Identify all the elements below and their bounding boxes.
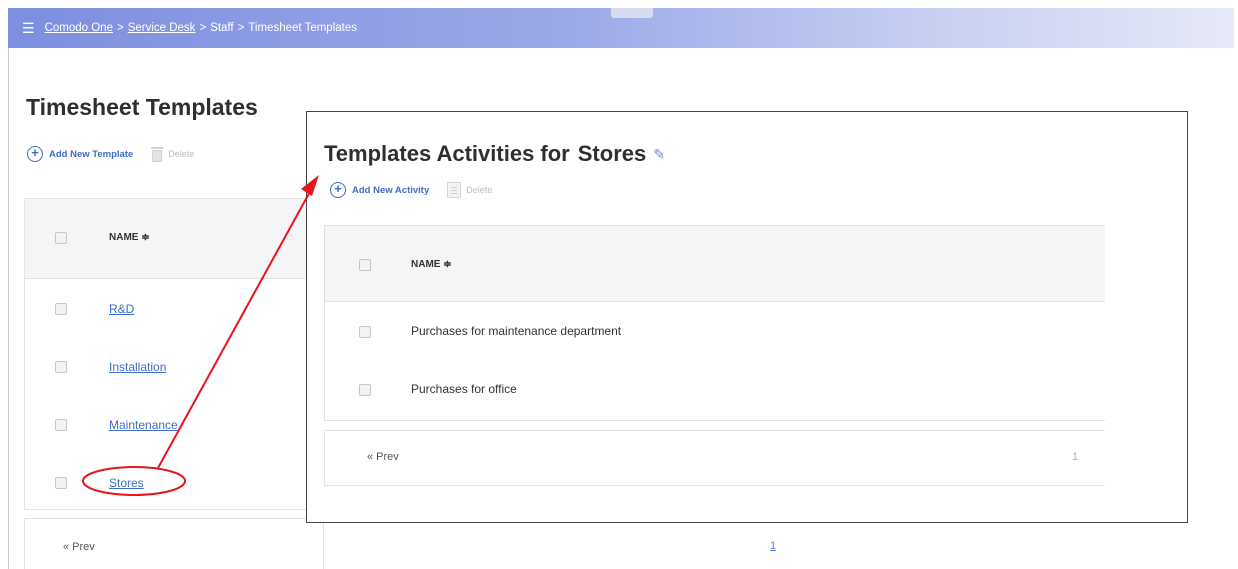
activities-toolbar: + Add New Activity Delete: [330, 182, 492, 198]
delete-template-button[interactable]: Delete: [168, 149, 194, 159]
breadcrumb-timesheet-templates: Timesheet Templates: [248, 22, 357, 34]
add-new-template-button[interactable]: Add New Template: [49, 149, 133, 160]
activity-name: Purchases for office: [411, 382, 517, 396]
row-checkbox[interactable]: [55, 477, 67, 489]
prev-page-button[interactable]: « Prev: [63, 541, 95, 553]
top-pull-tab[interactable]: [611, 8, 653, 18]
template-activities-panel: Templates Activities for Stores ✎ + Add …: [306, 111, 1188, 523]
hamburger-menu-icon[interactable]: ☰: [22, 21, 35, 35]
select-all-checkbox[interactable]: [55, 232, 67, 244]
activities-pagination: « Prev 1: [324, 430, 1105, 486]
table-row: Purchases for office: [325, 361, 1105, 419]
breadcrumb-separator: >: [116, 22, 124, 34]
add-circle-icon[interactable]: +: [330, 182, 346, 198]
row-checkbox[interactable]: [359, 384, 371, 396]
table-row: Purchases for maintenance department: [325, 303, 1105, 361]
add-circle-icon[interactable]: +: [27, 146, 43, 162]
page-number-link[interactable]: 1: [770, 540, 776, 552]
name-column-header[interactable]: NAME ≑: [411, 259, 452, 270]
breadcrumb-comodo-one[interactable]: Comodo One: [45, 22, 113, 34]
template-link-maintenance[interactable]: Maintenance: [109, 418, 178, 432]
select-all-checkbox[interactable]: [359, 259, 371, 271]
page-title: Timesheet Templates: [26, 94, 258, 120]
templates-toolbar: + Add New Template Delete: [27, 146, 194, 162]
table-row: R&D: [25, 280, 323, 338]
breadcrumb: Comodo One > Service Desk > Staff > Time…: [45, 22, 357, 34]
name-column-header[interactable]: NAME ≑: [109, 232, 150, 243]
add-new-activity-button[interactable]: Add New Activity: [352, 185, 429, 196]
edit-icon[interactable]: ✎: [653, 146, 665, 163]
trash-icon: [151, 146, 164, 162]
template-link-installation[interactable]: Installation: [109, 360, 166, 374]
breadcrumb-service-desk[interactable]: Service Desk: [128, 22, 196, 34]
breadcrumb-separator: >: [237, 22, 245, 34]
breadcrumb-staff: Staff: [210, 22, 234, 34]
table-row: Stores: [25, 454, 323, 512]
table-row: Installation: [25, 338, 323, 396]
row-checkbox[interactable]: [55, 419, 67, 431]
templates-table: NAME ≑ R&D Installation Maintenance Stor…: [24, 198, 324, 510]
template-name: Stores: [577, 141, 647, 166]
activities-table: NAME ≑ Purchases for maintenance departm…: [324, 225, 1105, 421]
row-checkbox[interactable]: [55, 303, 67, 315]
page-left-border: [8, 48, 9, 569]
activities-title-text: Templates Activities for: [324, 141, 570, 166]
templates-pagination: « Prev: [24, 518, 324, 569]
template-link-stores[interactable]: Stores: [109, 476, 144, 490]
row-checkbox[interactable]: [359, 326, 371, 338]
row-checkbox[interactable]: [55, 361, 67, 373]
template-link-rd[interactable]: R&D: [109, 302, 134, 316]
delete-activity-button[interactable]: Delete: [466, 185, 492, 195]
activity-name: Purchases for maintenance department: [411, 324, 622, 338]
table-row: Maintenance: [25, 396, 323, 454]
table-header: NAME ≑: [325, 226, 1105, 302]
table-header: NAME ≑: [25, 199, 323, 279]
page-number-link[interactable]: 1: [1072, 451, 1078, 463]
activities-title: Templates Activities for Stores ✎: [324, 141, 665, 167]
breadcrumb-separator: >: [199, 22, 207, 34]
document-icon: [447, 182, 462, 198]
prev-page-button[interactable]: « Prev: [367, 451, 399, 463]
